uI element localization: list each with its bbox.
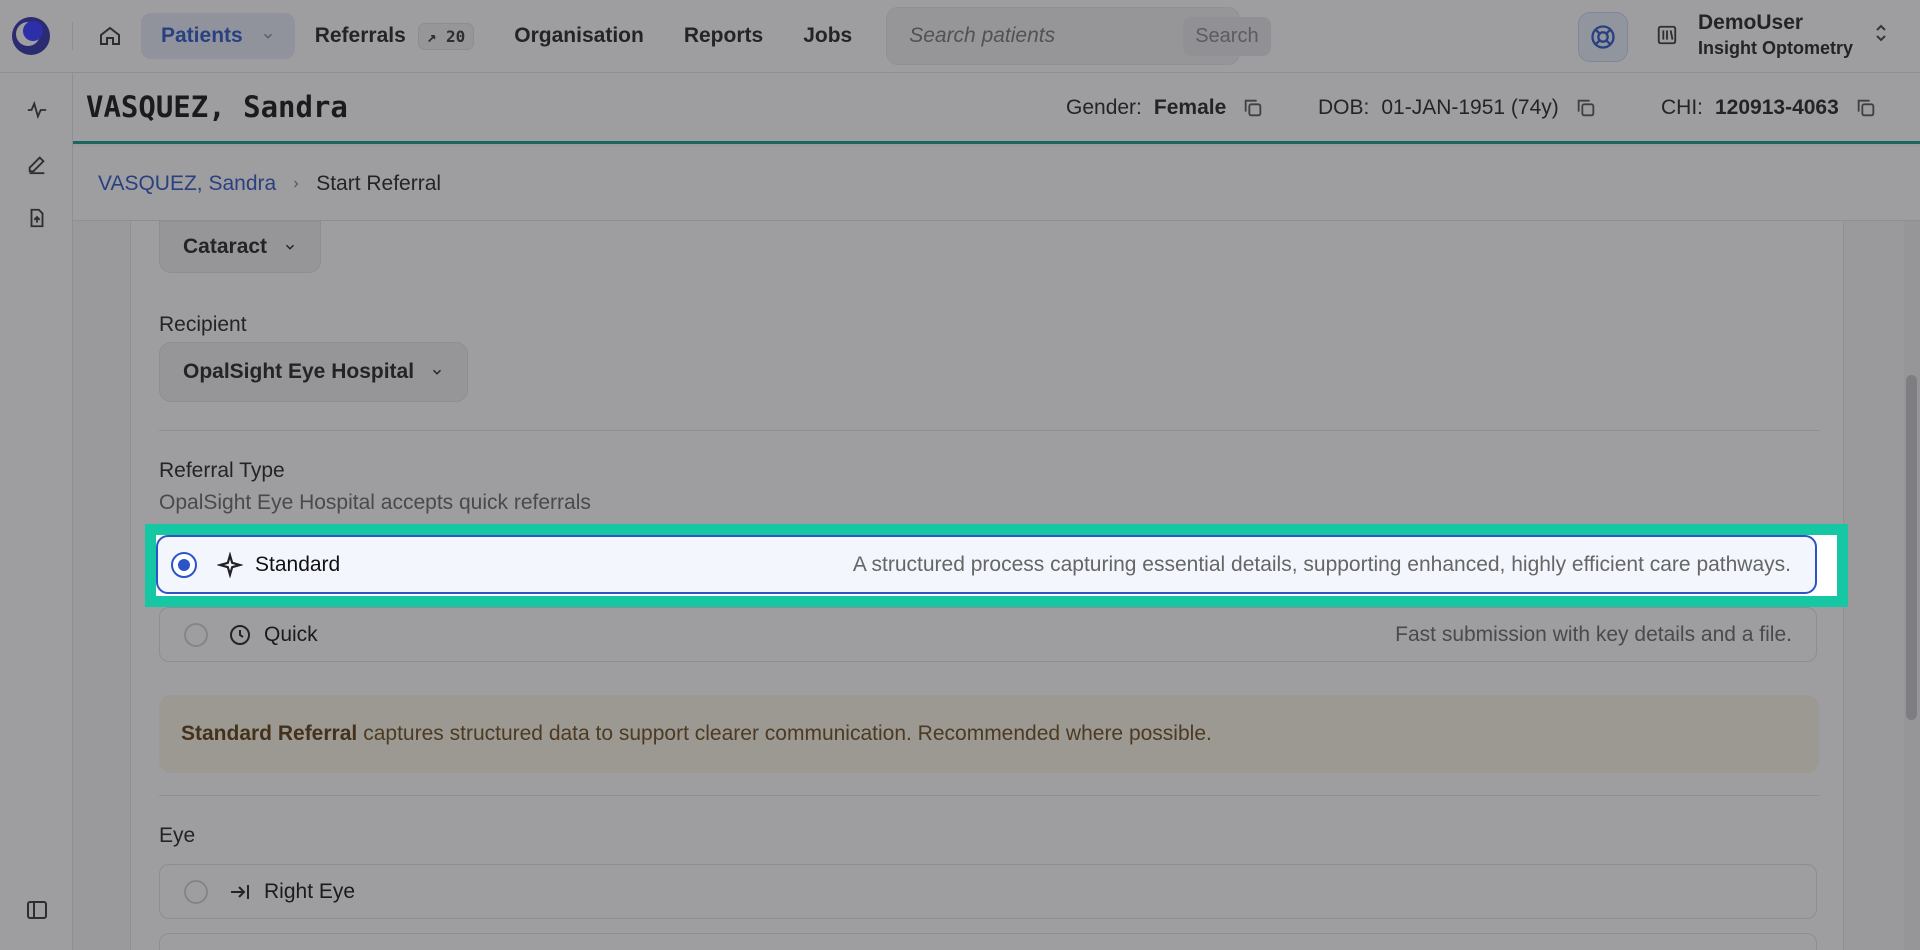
dob-label: DOB:: [1318, 96, 1370, 119]
copy-icon[interactable]: [1575, 97, 1597, 119]
chi-value: 120913-4063: [1715, 96, 1839, 119]
nav-jobs[interactable]: Jobs: [783, 13, 872, 59]
search-box: Search: [886, 7, 1271, 65]
home-button[interactable]: [91, 17, 129, 55]
nav-reports[interactable]: Reports: [664, 13, 783, 59]
notice-text: captures structured data to support clea…: [363, 722, 1212, 745]
patient-dob: DOB: 01-JAN-1951 (74y): [1318, 96, 1597, 120]
patient-header: VASQUEZ, Sandra: [73, 73, 1920, 144]
patient-gender: Gender: Female: [1066, 96, 1264, 120]
standard-radio[interactable]: [171, 551, 197, 578]
sparkle-icon: [217, 551, 243, 578]
patient-name: VASQUEZ, Sandra: [86, 90, 348, 124]
home-icon: [100, 26, 120, 45]
referral-type-label: Referral Type: [159, 459, 285, 482]
chevron-down-icon: [430, 365, 444, 379]
user-menu[interactable]: DemoUser Insight Optometry: [1656, 10, 1889, 60]
search-button[interactable]: Search: [1183, 16, 1271, 56]
nav-organisation[interactable]: Organisation: [494, 13, 664, 59]
breadcrumb: VASQUEZ, Sandra Start Referral: [73, 147, 1920, 221]
right-eye-title: Right Eye: [264, 879, 356, 903]
nav-patients[interactable]: Patients: [141, 13, 295, 59]
patient-chi: CHI: 120913-4063: [1661, 96, 1877, 120]
top-nav: Patients Referrals ↗ 20 Organisation Rep…: [0, 0, 1920, 73]
nav-patients-label: Patients: [161, 24, 243, 47]
search-input[interactable]: [909, 24, 1184, 48]
standard-referral-notice: Standard Referral captures structured da…: [159, 695, 1819, 773]
breadcrumb-current: Start Referral: [316, 171, 442, 195]
quick-radio[interactable]: [184, 622, 208, 647]
arrow-to-right-icon: [228, 880, 252, 904]
scrollbar-thumb[interactable]: [1906, 375, 1917, 720]
lifebuoy-icon: [1591, 25, 1615, 49]
referral-type-standard-option[interactable]: Standard A structured process capturing …: [156, 535, 1817, 594]
file-upload-icon[interactable]: [24, 205, 50, 231]
condition-dropdown[interactable]: Cataract: [159, 221, 322, 273]
gender-value: Female: [1153, 96, 1227, 119]
recipient-dropdown[interactable]: OpalSight Eye Hospital: [159, 342, 469, 402]
referrals-count-badge: ↗ 20: [417, 22, 475, 50]
dob-value: 01-JAN-1951 (74y): [1381, 96, 1559, 119]
notice-bold: Standard Referral: [181, 722, 358, 745]
copy-icon[interactable]: [1242, 97, 1264, 119]
recipient-label: Recipient: [159, 313, 247, 336]
pencil-icon[interactable]: [24, 151, 50, 177]
condition-value: Cataract: [183, 235, 268, 258]
sidebar-toggle-icon[interactable]: [24, 897, 50, 923]
gender-label: Gender:: [1066, 96, 1142, 119]
copy-icon[interactable]: [1855, 97, 1877, 119]
divider: [159, 430, 1819, 431]
left-rail: [0, 73, 73, 950]
right-eye-radio[interactable]: [184, 879, 208, 904]
breadcrumb-patient-link[interactable]: VASQUEZ, Sandra: [98, 172, 276, 196]
clock-icon: [228, 623, 252, 647]
quick-title: Quick: [264, 622, 318, 646]
standard-title: Standard: [255, 552, 341, 576]
standard-description: A structured process capturing essential…: [852, 552, 1791, 576]
app-logo[interactable]: [12, 17, 50, 55]
referral-type-subtext: OpalSight Eye Hospital accepts quick ref…: [159, 491, 591, 514]
library-icon: [1657, 25, 1677, 45]
chevron-down-icon: [261, 29, 275, 43]
eye-right-option[interactable]: Right Eye: [159, 864, 1817, 919]
referral-type-quick-option[interactable]: Quick Fast submission with key details a…: [159, 607, 1817, 662]
user-org: Insight Optometry: [1698, 38, 1854, 58]
chevron-down-icon: [283, 240, 297, 254]
nav-referrals-label: Referrals: [314, 24, 406, 47]
eye-label: Eye: [159, 824, 196, 847]
quick-description: Fast submission with key details and a f…: [1395, 622, 1792, 646]
divider: [159, 795, 1819, 796]
recipient-value: OpalSight Eye Hospital: [183, 360, 415, 383]
nav-divider: [72, 22, 73, 50]
chi-label: CHI:: [1661, 96, 1703, 119]
chevron-right-icon: [290, 177, 302, 191]
nav-referrals[interactable]: Referrals ↗ 20: [295, 13, 495, 59]
eye-next-option[interactable]: [159, 933, 1817, 950]
radio-dot: [178, 558, 190, 571]
chevron-updown-icon: [1873, 23, 1889, 48]
user-name: DemoUser: [1698, 11, 1804, 34]
help-button[interactable]: [1578, 12, 1628, 62]
activity-icon[interactable]: [24, 97, 50, 123]
